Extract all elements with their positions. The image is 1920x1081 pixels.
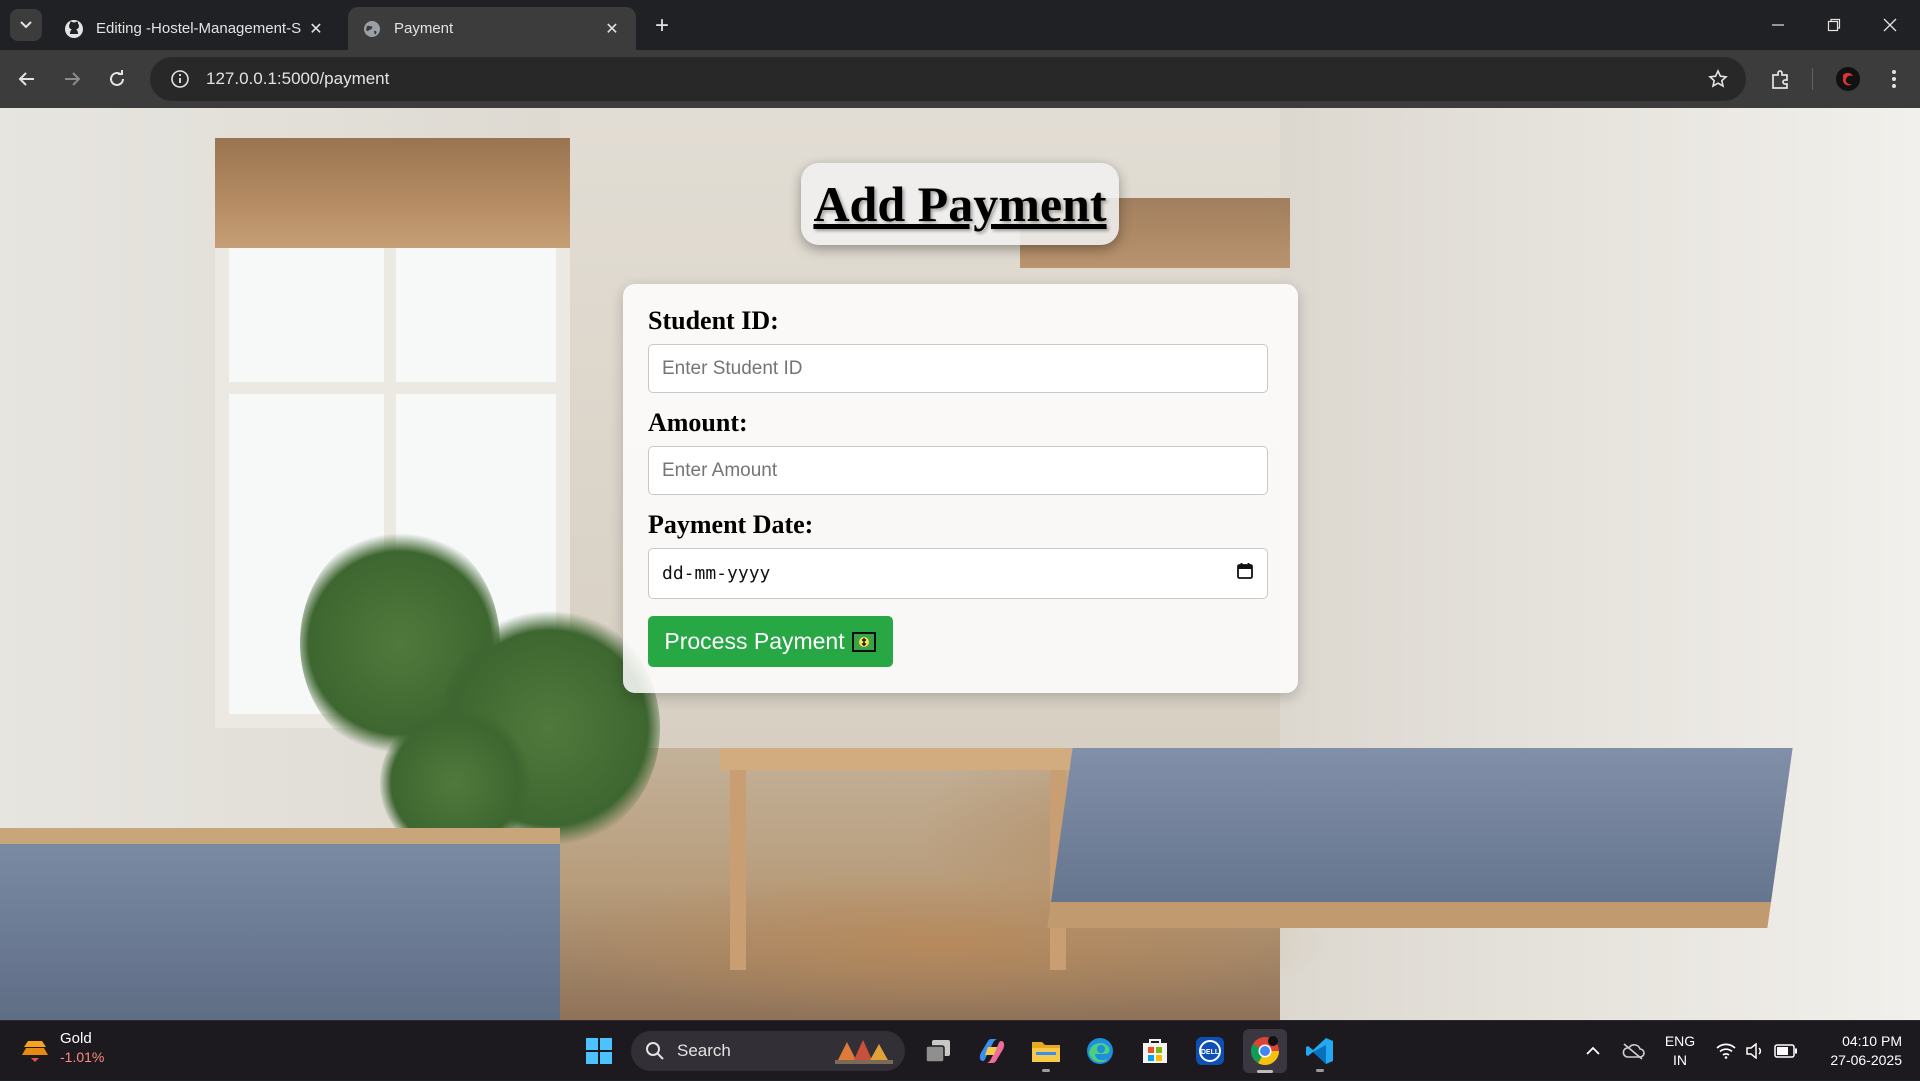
restore-button[interactable] bbox=[1806, 0, 1862, 50]
copilot-icon bbox=[979, 1039, 1005, 1063]
submit-label: Process Payment bbox=[664, 628, 845, 654]
browser-toolbar: 127.0.0.1:5000/payment bbox=[0, 50, 1920, 108]
arrow-left-icon bbox=[18, 72, 34, 86]
tab-title: Payment bbox=[394, 20, 454, 37]
taskbar: Gold -1.01% Search DELL ENG IN 04:10 PM … bbox=[0, 1020, 1920, 1080]
restore-icon bbox=[1827, 18, 1841, 32]
battery-icon[interactable] bbox=[1772, 1021, 1800, 1081]
chevron-up-icon bbox=[1586, 1046, 1600, 1055]
language-line2: IN bbox=[1673, 1052, 1687, 1068]
chevron-down-icon bbox=[20, 21, 32, 29]
dell-app-button[interactable]: DELL bbox=[1188, 1029, 1232, 1073]
page-title: Add Payment bbox=[813, 176, 1107, 232]
more-vertical-icon bbox=[1892, 70, 1896, 88]
system-clock[interactable]: 04:10 PM 27-06-2025 bbox=[1812, 1032, 1902, 1070]
show-hidden-icons-button[interactable] bbox=[1578, 1021, 1608, 1081]
store-icon bbox=[1143, 1039, 1167, 1063]
address-bar[interactable]: 127.0.0.1:5000/payment bbox=[150, 57, 1746, 101]
chrome-icon bbox=[1251, 1036, 1279, 1065]
back-button[interactable] bbox=[11, 63, 43, 95]
task-view-icon bbox=[925, 1040, 950, 1063]
heading-container: Add Payment bbox=[801, 163, 1119, 245]
gold-bars-icon bbox=[22, 1041, 48, 1062]
reload-icon bbox=[110, 70, 124, 86]
toolbar-divider bbox=[1812, 68, 1813, 90]
payment-date-label: Payment Date: bbox=[648, 510, 814, 539]
browser-tab-bar: Editing -Hostel-Management-S ✕ Payment ✕… bbox=[0, 0, 1920, 50]
folder-icon bbox=[1032, 1042, 1060, 1062]
widgets-button[interactable]: Gold -1.01% bbox=[20, 1030, 104, 1066]
close-icon[interactable]: ✕ bbox=[306, 19, 326, 39]
tab-github-editing[interactable]: Editing -Hostel-Management-S ✕ bbox=[50, 7, 340, 50]
payment-form: Student ID: Amount: Payment Date: dd-mm-… bbox=[623, 284, 1298, 693]
chrome-button[interactable] bbox=[1243, 1029, 1287, 1073]
close-window-button[interactable] bbox=[1862, 0, 1918, 50]
new-tab-button[interactable]: + bbox=[648, 12, 676, 40]
wifi-icon[interactable] bbox=[1712, 1021, 1740, 1081]
close-icon bbox=[1883, 18, 1897, 32]
onedrive-button[interactable] bbox=[1616, 1021, 1650, 1081]
amount-label: Amount: bbox=[648, 408, 748, 437]
edge-icon bbox=[1087, 1038, 1113, 1064]
language-indicator[interactable]: ENG IN bbox=[1662, 1032, 1698, 1070]
windows-logo-icon bbox=[586, 1038, 612, 1064]
reload-button[interactable] bbox=[101, 63, 133, 95]
page-viewport: Add Payment Student ID: Amount: Payment … bbox=[0, 108, 1920, 1020]
tab-search-button[interactable] bbox=[10, 9, 42, 41]
browser-menu-button[interactable] bbox=[1878, 63, 1910, 95]
cloud-offline-icon bbox=[1622, 1043, 1645, 1060]
puzzle-icon bbox=[1772, 70, 1788, 89]
amount-input[interactable] bbox=[648, 446, 1268, 495]
url-text: 127.0.0.1:5000/payment bbox=[206, 69, 390, 88]
search-label: Search bbox=[677, 1041, 731, 1060]
date-placeholder: dd-mm-yyyy bbox=[662, 563, 771, 584]
svg-text:DELL: DELL bbox=[1201, 1049, 1220, 1056]
site-info-icon[interactable] bbox=[158, 57, 202, 101]
extensions-button[interactable] bbox=[1765, 63, 1797, 95]
volume-icon[interactable] bbox=[1742, 1021, 1768, 1081]
avatar-icon bbox=[1836, 67, 1860, 91]
vscode-icon bbox=[1306, 1038, 1333, 1064]
dell-icon: DELL bbox=[1196, 1037, 1224, 1065]
widget-change: -1.01% bbox=[60, 1049, 105, 1065]
start-button[interactable] bbox=[577, 1029, 621, 1073]
globe-icon bbox=[362, 19, 382, 39]
clock-date: 27-06-2025 bbox=[1830, 1052, 1902, 1068]
copilot-button[interactable] bbox=[970, 1029, 1014, 1073]
language-line1: ENG bbox=[1664, 1033, 1696, 1049]
arrow-right-icon bbox=[65, 72, 81, 86]
microsoft-store-button[interactable] bbox=[1133, 1029, 1177, 1073]
money-icon bbox=[851, 629, 877, 655]
minimize-icon bbox=[1772, 24, 1784, 26]
clock-time: 04:10 PM bbox=[1842, 1033, 1902, 1049]
student-id-input[interactable] bbox=[648, 344, 1268, 393]
task-view-button[interactable] bbox=[916, 1029, 960, 1073]
calendar-icon[interactable] bbox=[1236, 562, 1254, 585]
file-explorer-button[interactable] bbox=[1024, 1029, 1068, 1073]
taskbar-search[interactable]: Search bbox=[631, 1031, 905, 1071]
minimize-button[interactable] bbox=[1750, 0, 1806, 50]
edge-button[interactable] bbox=[1078, 1029, 1122, 1073]
bookmark-star-icon[interactable] bbox=[1696, 57, 1740, 101]
profile-avatar[interactable] bbox=[1832, 63, 1864, 95]
vscode-button[interactable] bbox=[1298, 1029, 1342, 1073]
process-payment-button[interactable]: Process Payment bbox=[648, 616, 893, 667]
payment-date-input[interactable]: dd-mm-yyyy bbox=[648, 548, 1268, 599]
search-icon bbox=[646, 1042, 664, 1060]
widget-title: Gold bbox=[60, 1030, 92, 1047]
student-id-label: Student ID: bbox=[648, 306, 779, 335]
tab-payment[interactable]: Payment ✕ bbox=[348, 7, 636, 50]
close-icon[interactable]: ✕ bbox=[602, 19, 622, 39]
github-icon bbox=[64, 19, 84, 39]
search-highlight-icon bbox=[835, 1040, 893, 1064]
forward-button[interactable] bbox=[56, 63, 88, 95]
tab-title: Editing -Hostel-Management-S bbox=[96, 20, 302, 37]
